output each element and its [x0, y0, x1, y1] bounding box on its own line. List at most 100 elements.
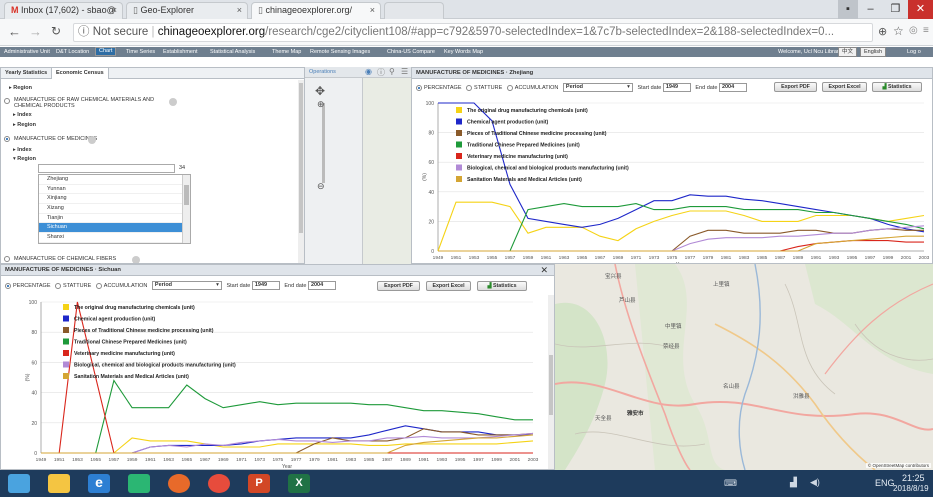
info-icon[interactable] — [88, 136, 96, 144]
zoom-in-icon[interactable]: ⊕ — [317, 99, 325, 110]
zoom-out-icon[interactable]: ⊖ — [317, 181, 325, 192]
input-language[interactable]: ENG — [875, 478, 895, 488]
zoom-slider[interactable] — [322, 103, 325, 183]
region-toggle[interactable]: ▾ Region — [13, 156, 36, 162]
nav-dt-location[interactable]: D&T Location — [56, 47, 89, 57]
new-tab-button[interactable] — [384, 2, 444, 19]
extension-icon[interactable]: ◎ — [909, 25, 918, 36]
close-tab-icon[interactable]: × — [237, 3, 242, 18]
close-icon[interactable]: ✕ — [908, 0, 933, 19]
export-excel-button[interactable]: Export Excel — [426, 281, 471, 291]
nav-administrative-unit[interactable]: Administrative Unit — [4, 47, 50, 57]
chart-scrollbar[interactable] — [548, 295, 554, 469]
nav-key-words-map[interactable]: Key Words Map — [444, 47, 483, 57]
tab-chinageoexplorer[interactable]: ▯ chinageoexplorer.org/ × — [251, 2, 381, 19]
close-icon[interactable]: ✕ — [540, 265, 548, 276]
firefox-icon[interactable] — [168, 474, 190, 493]
store-icon[interactable] — [128, 474, 150, 493]
region-list-item[interactable]: Zhejiang — [39, 175, 190, 185]
tab-inbox[interactable]: M Inbox (17,602) - sbao@ × — [4, 2, 123, 19]
info-icon[interactable]: ⓘ — [78, 26, 90, 38]
map-view[interactable]: 上里镇 芦山县 荥经县 中里镇 雅安市 名山县 天全县 宝兴县 洪雅县 © Op… — [555, 264, 933, 470]
close-tab-icon[interactable]: × — [370, 3, 375, 18]
period-select[interactable]: Period ▾ — [562, 83, 633, 92]
lang-cn-button[interactable]: 中文 — [838, 47, 858, 57]
region-list-item[interactable]: Xinjiang — [39, 194, 190, 205]
zoom-icon[interactable]: ⊕ — [878, 25, 887, 38]
volume-icon[interactable]: ◀) — [810, 477, 820, 488]
network-icon[interactable]: ▟ — [790, 477, 797, 488]
accumulation-radio[interactable] — [95, 282, 102, 289]
region-list-item[interactable]: Xizang — [39, 204, 190, 214]
nav-china-us-compare[interactable]: China-US Compare — [387, 47, 435, 57]
statistics-button[interactable]: ▟ Statistics — [872, 82, 922, 92]
maximize-icon[interactable]: ❐ — [883, 0, 908, 19]
tab-yearly-statistics[interactable]: Yearly Statistics — [5, 70, 47, 76]
info-icon[interactable] — [132, 256, 140, 263]
logout-link[interactable]: Log o — [907, 47, 921, 57]
windows-start-icon[interactable] — [8, 474, 30, 493]
excel-icon[interactable]: X — [288, 474, 310, 493]
region-list-scrollbar[interactable] — [182, 175, 190, 243]
select-tool-icon[interactable]: ◉ — [365, 67, 372, 76]
ie-icon[interactable]: e — [88, 474, 110, 493]
clock-time[interactable]: 21:25 — [902, 473, 925, 483]
panel-scrollbar[interactable] — [298, 80, 304, 263]
user-icon[interactable]: ▪ — [838, 0, 858, 19]
nav-remote-sensing[interactable]: Remote Sensing Images — [310, 47, 370, 57]
region-list-item[interactable]: Sichuan — [39, 223, 190, 234]
chrome-icon[interactable] — [208, 474, 230, 493]
reload-icon[interactable]: ↻ — [51, 24, 61, 38]
url-field[interactable]: ⓘ Not secure | chinageoexplorer.org/rese… — [73, 23, 873, 42]
export-pdf-button[interactable]: Export PDF — [377, 281, 420, 291]
index-toggle[interactable]: ▸ Index — [13, 112, 32, 118]
end-date-select[interactable]: 2004 — [307, 281, 336, 290]
back-icon[interactable]: ← — [8, 24, 21, 39]
medicines-radio[interactable] — [4, 136, 10, 142]
clock-date[interactable]: 2018/8/19 — [893, 484, 929, 493]
nav-establishment[interactable]: Establishment — [163, 47, 198, 57]
export-excel-button[interactable]: Export Excel — [822, 82, 867, 92]
list-tool-icon[interactable]: ☰ — [401, 67, 408, 76]
bookmark-star-icon[interactable]: ☆ — [893, 24, 904, 38]
keyboard-icon[interactable]: ⌨ — [724, 478, 737, 489]
powerpoint-icon[interactable]: P — [248, 474, 270, 493]
percentage-radio[interactable] — [5, 282, 11, 289]
forward-icon[interactable]: → — [29, 24, 42, 39]
menu-icon[interactable]: ≡ — [923, 25, 929, 36]
index-toggle[interactable]: ▸ Index — [13, 147, 32, 153]
operations-menu[interactable]: Operations — [309, 69, 336, 75]
minimize-icon[interactable]: – — [858, 0, 883, 19]
region-filter-input[interactable] — [38, 164, 175, 173]
region-list-item[interactable]: Shanxi — [39, 233, 190, 243]
start-date-select[interactable]: 1949 — [662, 83, 691, 92]
tab-geo-explorer[interactable]: ▯ Geo-Explorer × — [126, 2, 248, 19]
nav-statistical-analysis[interactable]: Statistical Analysis — [210, 47, 255, 57]
statistics-button[interactable]: ▟ Statistics — [477, 281, 527, 291]
percentage-radio[interactable] — [416, 84, 422, 91]
region-list-item[interactable]: Yunnan — [39, 185, 190, 195]
start-date-select[interactable]: 1949 — [251, 281, 280, 290]
nav-chart[interactable]: Chart — [95, 47, 117, 56]
lang-en-button[interactable]: English — [860, 47, 887, 57]
region-toggle[interactable]: ▸ Region — [13, 122, 36, 128]
fibers-radio[interactable] — [4, 256, 10, 262]
info-tool-icon[interactable]: ⓘ — [377, 67, 385, 78]
export-pdf-button[interactable]: Export PDF — [774, 82, 817, 92]
statture-radio[interactable] — [55, 282, 62, 289]
raw-chem-radio[interactable] — [4, 98, 10, 104]
nav-time-series[interactable]: Time Series — [126, 47, 155, 57]
region-toggle[interactable]: ▸ Region — [9, 85, 32, 91]
statture-radio[interactable] — [466, 84, 473, 91]
tab-economic-census[interactable]: Economic Census — [51, 68, 109, 79]
end-date-select[interactable]: 2004 — [718, 83, 747, 92]
pan-icon[interactable]: ✥ — [315, 84, 325, 98]
region-list-item[interactable]: Tianjin — [39, 214, 190, 224]
info-icon[interactable] — [169, 98, 177, 106]
close-tab-icon[interactable]: × — [112, 3, 117, 18]
file-explorer-icon[interactable] — [48, 474, 70, 493]
nav-theme-map[interactable]: Theme Map — [272, 47, 301, 57]
period-select[interactable]: Period ▾ — [151, 281, 222, 290]
search-tool-icon[interactable]: ⚲ — [389, 67, 395, 76]
accumulation-radio[interactable] — [506, 84, 513, 91]
